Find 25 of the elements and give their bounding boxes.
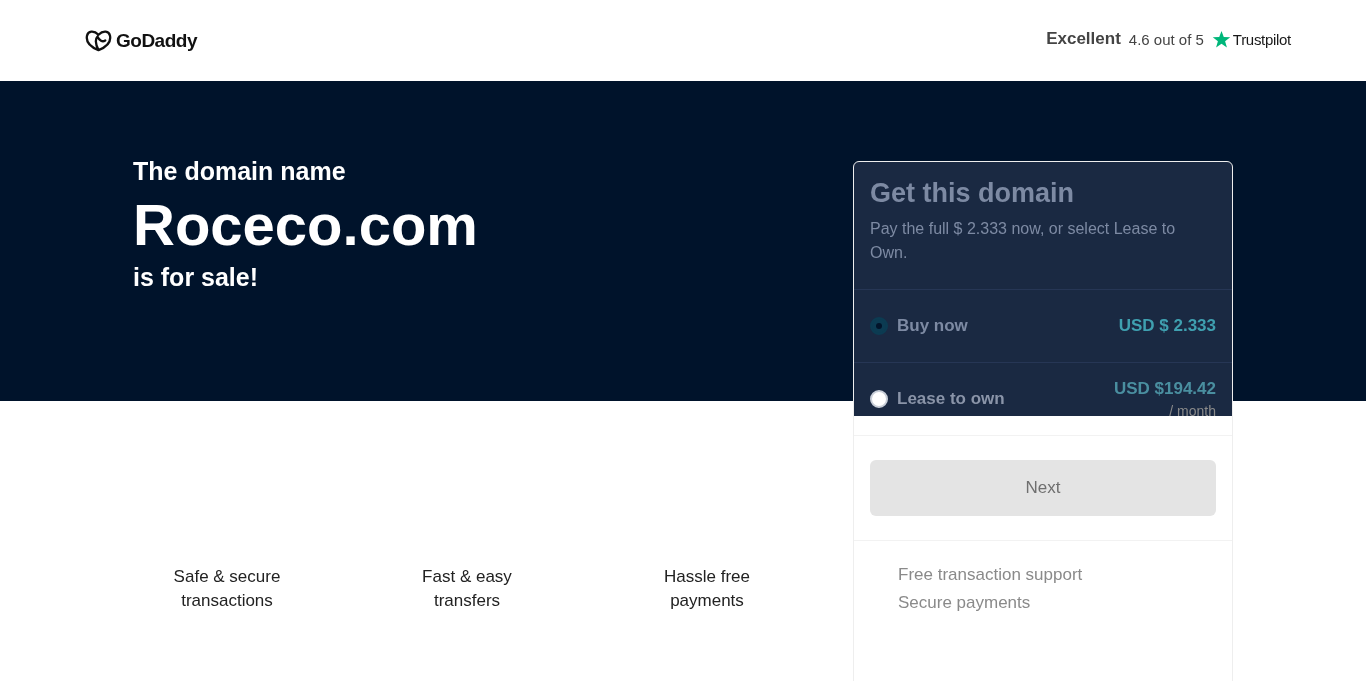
option-label: Buy now [897, 316, 969, 336]
domain-name: Roceco.com [133, 192, 478, 259]
option-label: Lease to own [897, 389, 1006, 409]
price-option[interactable]: Buy now USD $ 2.333 [854, 290, 1232, 363]
option-price: USD $194.42 [1113, 379, 1216, 399]
perk-text: Free transaction support [898, 564, 1084, 586]
card-title: Get this domain [870, 178, 1076, 209]
star-icon [1211, 29, 1231, 49]
logo-text[interactable]: GoDaddy [116, 29, 197, 52]
radio-button[interactable] [870, 317, 888, 335]
trustpilot-text[interactable]: Trustpilot [1232, 30, 1291, 48]
option-price: USD $ 2.333 [1118, 316, 1216, 336]
hero-intro: The domain name [133, 157, 347, 186]
logo-icon [85, 29, 112, 52]
feature-text: Hassle free payments [663, 566, 751, 612]
perk-text: Secure payments [898, 592, 1032, 614]
next-button[interactable]: Next [870, 460, 1216, 516]
hero-outro: is for sale! [133, 262, 260, 292]
feature-text: Safe & secure transactions [172, 566, 282, 612]
price-period: / month [1169, 403, 1216, 419]
feature-text: Fast & easy transfers [421, 566, 513, 612]
rating-label: Excellent [1046, 29, 1121, 49]
card-description: Pay the full $ 2.333 now, or select Lease to Own. [870, 219, 1177, 263]
price-option[interactable]: Lease to own USD $194.42 / month [854, 363, 1232, 436]
rating-score: 4.6 out of 5 [1128, 30, 1204, 48]
